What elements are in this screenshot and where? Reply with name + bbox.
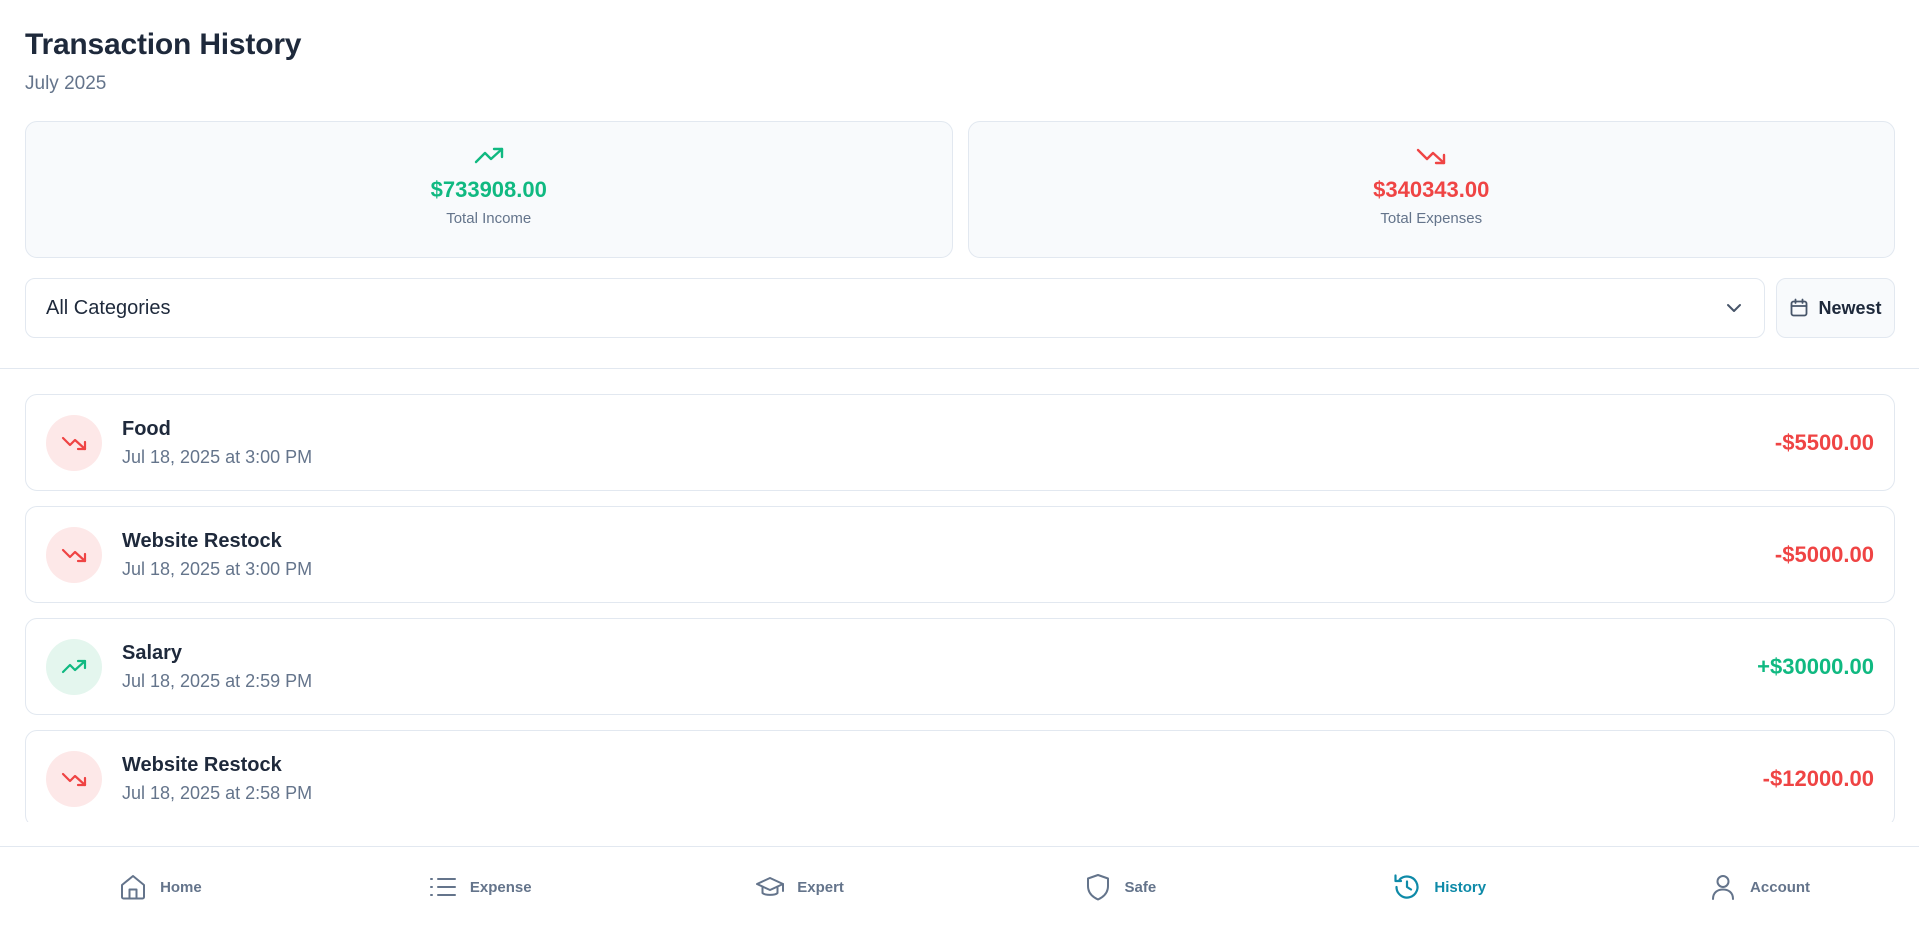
transaction-title: Food: [122, 418, 171, 440]
transaction-title: Website Restock: [122, 530, 282, 552]
transaction-amount: -$12000.00: [1762, 765, 1874, 791]
transaction-date: Jul 18, 2025 at 3:00 PM: [122, 447, 313, 467]
transaction-title: Salary: [122, 642, 183, 664]
list-icon: [429, 878, 456, 896]
shield-icon: [1086, 874, 1109, 901]
trending-down-icon: [1417, 148, 1446, 165]
transaction-date: Jul 18, 2025 at 2:59 PM: [122, 671, 313, 691]
bottom-nav: Home Expense Expert Safe History Account: [0, 846, 1919, 927]
total-income-card: $733908.00 Total Income: [25, 121, 953, 258]
page-subtitle: July 2025: [25, 73, 107, 94]
nav-label-home: Home: [160, 878, 202, 896]
page-header: Transaction History July 2025: [25, 26, 301, 96]
page-title: Transaction History: [25, 28, 302, 61]
transaction-details: Website Restock Jul 18, 2025 at 3:00 PM: [122, 529, 1775, 580]
transaction-item[interactable]: Food Jul 18, 2025 at 3:00 PM -$5500.00: [25, 394, 1895, 491]
filter-bar: All Categories Newest: [25, 278, 1895, 338]
transaction-amount: +$30000.00: [1757, 653, 1874, 679]
nav-item-history[interactable]: History: [1279, 847, 1599, 927]
nav-item-account[interactable]: Account: [1599, 847, 1919, 927]
trending-down-icon: [61, 548, 87, 562]
transaction-title: Website Restock: [122, 754, 282, 776]
total-expenses-card: $340343.00 Total Expenses: [967, 121, 1895, 258]
nav-label-expert: Expert: [797, 878, 844, 896]
transaction-list[interactable]: Food Jul 18, 2025 at 3:00 PM -$5500.00 W…: [25, 394, 1895, 822]
transaction-type-badge: [46, 526, 102, 583]
summary-cards: $733908.00 Total Income $340343.00 Total…: [25, 121, 1895, 258]
transaction-item[interactable]: Website Restock Jul 18, 2025 at 2:58 PM …: [25, 730, 1895, 822]
nav-item-home[interactable]: Home: [0, 847, 320, 927]
total-income-amount: $733908.00: [430, 177, 547, 202]
category-select-value: All Categories: [46, 296, 171, 319]
home-icon: [121, 875, 146, 900]
trending-down-icon: [61, 772, 87, 786]
transaction-amount: -$5500.00: [1774, 429, 1874, 455]
total-expenses-amount: $340343.00: [1373, 177, 1490, 202]
nav-label-expense: Expense: [469, 878, 532, 896]
trending-up-icon: [61, 659, 87, 673]
user-icon: [1712, 875, 1735, 900]
transaction-details: Website Restock Jul 18, 2025 at 2:58 PM: [122, 753, 1763, 804]
history-icon: [1394, 874, 1419, 899]
transaction-item[interactable]: Salary Jul 18, 2025 at 2:59 PM +$30000.0…: [25, 618, 1895, 715]
sort-newest-button[interactable]: Newest: [1776, 278, 1895, 338]
nav-item-expert[interactable]: Expert: [640, 847, 960, 927]
transaction-date: Jul 18, 2025 at 2:58 PM: [122, 783, 313, 803]
divider: [0, 368, 1919, 369]
nav-item-safe[interactable]: Safe: [959, 847, 1279, 927]
chevron-down-icon: [1727, 304, 1741, 312]
trending-up-icon: [474, 147, 503, 164]
nav-label-account: Account: [1750, 878, 1811, 896]
nav-label-history: History: [1434, 878, 1487, 896]
transaction-details: Salary Jul 18, 2025 at 2:59 PM: [122, 641, 1757, 692]
graduation-cap-icon: [756, 877, 785, 896]
transaction-history-page: Transaction History July 2025 $733908.00…: [0, 0, 1919, 927]
transaction-type-badge: [46, 638, 102, 695]
transaction-date: Jul 18, 2025 at 3:00 PM: [122, 559, 313, 579]
sort-label: Newest: [1818, 297, 1882, 318]
calendar-icon: [1791, 298, 1808, 317]
nav-item-expense[interactable]: Expense: [320, 847, 640, 927]
nav-label-safe: Safe: [1124, 878, 1157, 896]
transaction-item[interactable]: Website Restock Jul 18, 2025 at 3:00 PM …: [25, 506, 1895, 603]
total-income-label: Total Income: [446, 210, 532, 227]
transaction-type-badge: [46, 414, 102, 471]
transaction-amount: -$5000.00: [1774, 541, 1874, 567]
total-expenses-label: Total Expenses: [1380, 210, 1483, 227]
category-select[interactable]: All Categories: [25, 278, 1765, 338]
transaction-type-badge: [46, 750, 102, 807]
trending-down-icon: [61, 436, 87, 450]
transaction-details: Food Jul 18, 2025 at 3:00 PM: [122, 417, 1775, 468]
